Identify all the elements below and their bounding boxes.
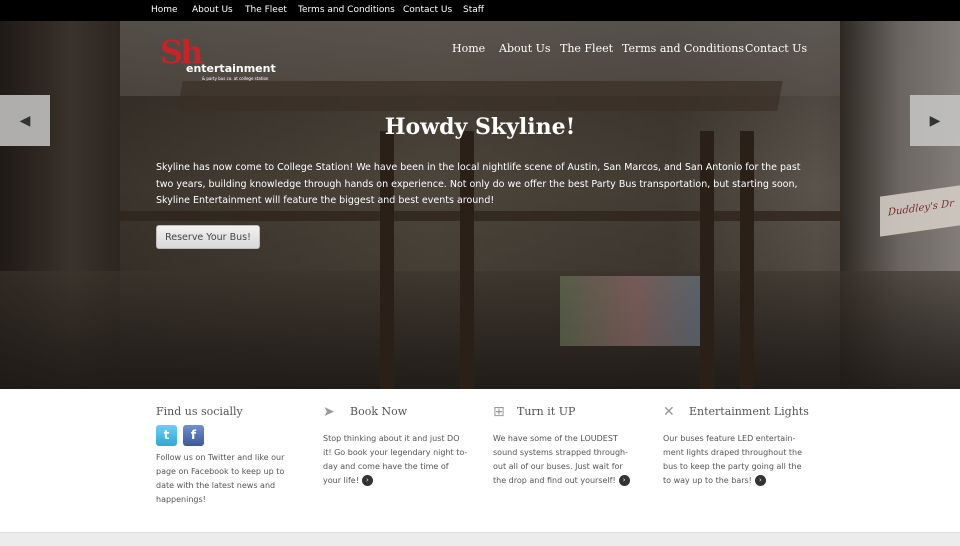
topnav-fleet-link[interactable]: The Fleet (245, 5, 287, 15)
turn-it-up-description: We have some of the LOUDEST sound system… (493, 432, 633, 488)
crossed-tools-icon: ✕ (663, 404, 675, 420)
turn-it-up-text: We have some of the LOUDEST sound system… (493, 434, 628, 485)
lights-description: Our buses feature LED entertain-ment lig… (663, 432, 808, 488)
mainnav-home-link[interactable]: Home (452, 42, 485, 55)
hero-background-ground (0, 271, 960, 389)
logo-wordmark: entertainment (186, 62, 276, 75)
arrow-right-circle-icon[interactable]: › (754, 475, 766, 486)
topnav-about-link[interactable]: About Us (192, 5, 233, 15)
mainnav-terms-link[interactable]: Terms and Conditions (622, 42, 744, 55)
social-icons: t f (156, 425, 296, 446)
facebook-icon[interactable]: f (183, 425, 204, 446)
mainnav-about-link[interactable]: About Us (499, 42, 551, 55)
turn-it-up-heading: Turn it UP (517, 405, 576, 418)
paper-plane-icon: ➤ (323, 404, 335, 420)
book-now-heading: Book Now (350, 405, 408, 418)
hero-title: Howdy Skyline! (384, 114, 576, 140)
hero-description: Skyline has now come to College Station!… (156, 162, 801, 206)
topnav-terms-link[interactable]: Terms and Conditions (298, 5, 395, 15)
topnav-staff-link[interactable]: Staff (463, 5, 484, 15)
book-now-column: ➤ Book Now Stop thinking about it and ju… (323, 404, 468, 488)
logo-tagline: & party bus co. at college station (202, 76, 269, 81)
mainnav-contact-link[interactable]: Contact Us (745, 42, 807, 55)
social-description: Follow us on Twitter and like our page o… (156, 453, 285, 504)
book-now-description: Stop thinking about it and just DO it! G… (323, 432, 468, 488)
hero-background-stalls (560, 276, 710, 346)
turn-it-up-column: ⊞ Turn it UP We have some of the LOUDEST… (493, 404, 633, 488)
book-now-text: Stop thinking about it and just DO it! G… (323, 434, 468, 485)
reserve-bus-button[interactable]: Reserve Your Bus! (156, 225, 260, 249)
features-section: Find us socially t f Follow us on Twitte… (0, 389, 960, 532)
mainnav-fleet-link[interactable]: The Fleet (560, 42, 613, 55)
hero-background-rail (120, 211, 840, 221)
twitter-icon[interactable]: t (156, 425, 177, 446)
social-column: Find us socially t f Follow us on Twitte… (156, 405, 296, 507)
footer-strip (0, 532, 960, 546)
arrow-right-circle-icon[interactable]: › (361, 475, 373, 486)
topnav-contact-link[interactable]: Contact Us (403, 5, 452, 15)
top-navigation-bar: Home About Us The Fleet Terms and Condit… (0, 0, 960, 21)
site-logo[interactable]: Sh entertainment & party bus co. at coll… (160, 36, 290, 86)
topnav-home-link[interactable]: Home (151, 5, 178, 15)
arrow-right-circle-icon[interactable]: › (618, 475, 630, 486)
lights-text: Our buses feature LED entertain-ment lig… (663, 434, 803, 485)
social-heading: Find us socially (156, 405, 243, 418)
basket-icon: ⊞ (493, 404, 505, 420)
lights-column: ✕ Entertainment Lights Our buses feature… (663, 404, 809, 488)
lights-heading: Entertainment Lights (689, 405, 809, 418)
